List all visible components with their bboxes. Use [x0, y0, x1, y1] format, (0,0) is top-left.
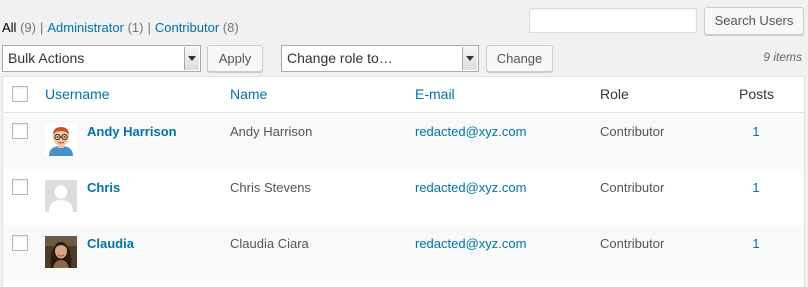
users-screen: All (9) | Administrator (1) | Contributor (8…	[0, 0, 808, 287]
username-link[interactable]: Claudia	[87, 236, 134, 251]
name-cell: Andy Harrison	[230, 124, 313, 139]
filter-separator: |	[147, 20, 151, 35]
bulk-actions-select[interactable]: Bulk Actions	[2, 45, 201, 72]
filter-all[interactable]: All (9)	[2, 20, 36, 35]
row-checkbox[interactable]	[12, 235, 28, 251]
username-link[interactable]: Chris	[87, 180, 120, 195]
items-count: 9 items	[763, 50, 802, 64]
username-link[interactable]: Andy Harrison	[87, 124, 177, 139]
column-header-posts: Posts	[739, 86, 775, 102]
posts-count-link[interactable]: 1	[743, 124, 769, 139]
search-input[interactable]	[529, 8, 697, 33]
change-role-select[interactable]: Change role to…	[281, 45, 479, 72]
row-checkbox[interactable]	[12, 179, 28, 195]
role-cell: Contributor	[600, 236, 665, 251]
table-header: Username Name E-mail Role Posts	[3, 77, 804, 113]
role-cell: Contributor	[600, 124, 665, 139]
row-checkbox[interactable]	[12, 123, 28, 139]
chevron-down-icon	[184, 47, 199, 70]
column-header-username[interactable]: Username	[45, 86, 110, 102]
role-cell: Contributor	[600, 180, 665, 195]
table-row: Andy Harrison Andy Harrison redacted@xyz…	[3, 113, 804, 169]
email-link[interactable]: redacted@xyz.com	[415, 236, 526, 251]
column-header-role: Role	[600, 86, 629, 102]
chevron-down-icon	[462, 47, 477, 70]
apply-button[interactable]: Apply	[207, 45, 263, 72]
filter-contributor[interactable]: Contributor (8)	[155, 20, 239, 35]
column-header-email[interactable]: E-mail	[415, 86, 455, 102]
email-link[interactable]: redacted@xyz.com	[415, 124, 526, 139]
column-header-name[interactable]: Name	[230, 86, 267, 102]
name-cell: Chris Stevens	[230, 180, 311, 195]
change-button[interactable]: Change	[486, 45, 553, 72]
table-row: Claudia Claudia Ciara redacted@xyz.com C…	[3, 225, 804, 281]
search-users-button[interactable]: Search Users	[704, 7, 804, 35]
cartoon-avatar-icon	[45, 124, 77, 156]
posts-count-link[interactable]: 1	[743, 180, 769, 195]
table-row: Chris Chris Stevens redacted@xyz.com Con…	[3, 169, 804, 225]
bulk-actions-selected: Bulk Actions	[8, 50, 85, 66]
photo-avatar	[45, 236, 77, 268]
role-filter-links: All (9) | Administrator (1) | Contributor (8…	[2, 20, 239, 35]
filter-administrator[interactable]: Administrator (1)	[47, 20, 143, 35]
email-link[interactable]: redacted@xyz.com	[415, 180, 526, 195]
users-table: Username Name E-mail Role Posts Andy Har…	[2, 76, 805, 287]
default-avatar-icon	[45, 180, 77, 212]
name-cell: Claudia Ciara	[230, 236, 309, 251]
change-role-selected: Change role to…	[287, 50, 393, 66]
select-all-checkbox[interactable]	[12, 86, 28, 102]
filter-separator: |	[39, 20, 44, 35]
posts-count-link[interactable]: 1	[743, 236, 769, 251]
